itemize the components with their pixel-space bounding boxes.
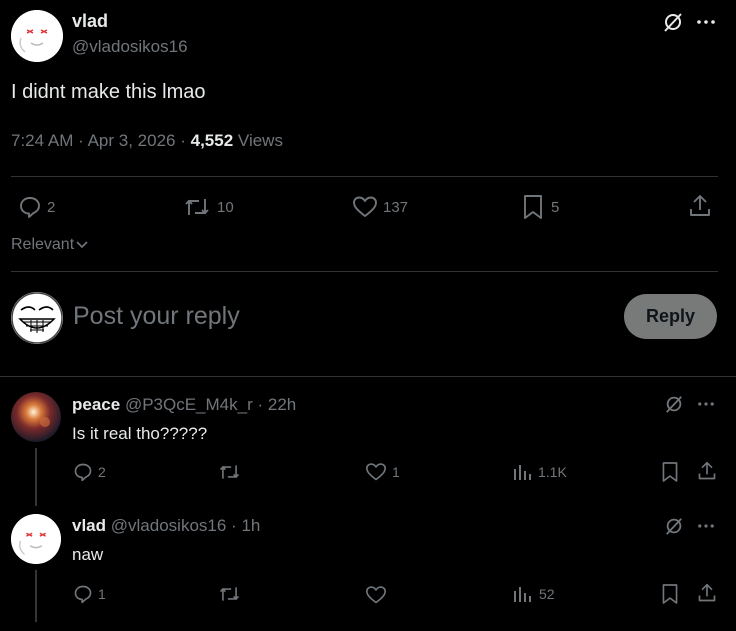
post-time[interactable]: 7:24 AM — [11, 131, 73, 150]
post-meta: 7:24 AM · Apr 3, 2026 · 4,552 Views — [11, 131, 283, 151]
like-count: 137 — [383, 199, 409, 216]
reply-icon[interactable] — [73, 462, 93, 482]
repost-count: 10 — [217, 199, 234, 216]
reply-button[interactable]: Reply — [624, 294, 717, 339]
share-icon[interactable] — [688, 194, 712, 218]
divider — [11, 176, 718, 177]
reply-author-name[interactable]: vlad — [72, 516, 106, 535]
author-avatar[interactable] — [11, 10, 63, 62]
reply-text: naw — [72, 545, 104, 564]
chevron-down-icon — [76, 236, 88, 254]
divider — [11, 271, 718, 272]
like-icon[interactable] — [365, 462, 387, 482]
reply-author-handle[interactable]: @vladosikos16 — [111, 516, 227, 535]
share-icon[interactable] — [697, 583, 717, 603]
bookmark-icon[interactable] — [522, 194, 544, 220]
user-avatar[interactable] — [11, 292, 63, 344]
more-icon[interactable] — [697, 396, 715, 412]
reply-age[interactable]: 22h — [268, 395, 296, 414]
reply-text: Is it real tho????? — [72, 424, 208, 443]
reply-author-name[interactable]: peace — [72, 395, 120, 414]
reply-header: peace @P3QcE_M4k_r · 22h — [72, 395, 296, 415]
more-icon[interactable] — [696, 13, 716, 31]
meta-separator: · — [231, 516, 237, 535]
thread-line — [35, 448, 37, 506]
thread-line — [35, 570, 37, 622]
reply-avatar[interactable] — [11, 514, 61, 564]
repost-icon[interactable] — [218, 462, 241, 482]
reply-count: 2 — [47, 199, 56, 216]
like-count: 1 — [392, 464, 400, 480]
sort-dropdown[interactable]: Relevant — [11, 236, 88, 254]
bookmark-count: 5 — [551, 199, 560, 216]
reply-icon[interactable] — [73, 584, 93, 604]
grok-icon[interactable] — [662, 11, 684, 33]
reply-header: vlad @vladosikos16 · 1h — [72, 516, 260, 536]
views-count: 52 — [539, 586, 555, 602]
reply-author-handle[interactable]: @P3QcE_M4k_r — [125, 395, 253, 414]
views-icon[interactable] — [512, 462, 532, 482]
reply-input[interactable]: Post your reply — [73, 302, 240, 331]
reply-icon[interactable] — [18, 195, 42, 219]
divider — [0, 376, 736, 377]
views-count: 1.1K — [538, 464, 567, 480]
reply-count: 2 — [98, 464, 106, 480]
views-icon[interactable] — [512, 584, 532, 604]
like-icon[interactable] — [352, 195, 378, 219]
reply-avatar[interactable] — [11, 392, 61, 442]
views-label: Views — [237, 131, 283, 150]
grok-icon[interactable] — [664, 394, 684, 414]
meta-separator: · — [78, 131, 84, 150]
grok-icon[interactable] — [664, 516, 684, 536]
post-date[interactable]: Apr 3, 2026 — [88, 131, 176, 150]
reply-age[interactable]: 1h — [241, 516, 260, 535]
meta-separator: · — [180, 131, 186, 150]
views-count: 4,552 — [190, 131, 234, 150]
sort-label: Relevant — [11, 236, 75, 253]
repost-icon[interactable] — [183, 195, 211, 219]
author-handle[interactable]: @vladosikos16 — [72, 37, 188, 57]
post-text: I didnt make this lmao — [11, 81, 206, 103]
meta-separator: · — [257, 395, 264, 414]
reply-count: 1 — [98, 586, 106, 602]
share-icon[interactable] — [697, 461, 717, 481]
bookmark-icon[interactable] — [661, 583, 679, 605]
bookmark-icon[interactable] — [661, 461, 679, 483]
author-name[interactable]: vlad — [72, 11, 108, 32]
more-icon[interactable] — [697, 518, 715, 534]
repost-icon[interactable] — [218, 584, 241, 604]
like-icon[interactable] — [365, 585, 387, 605]
